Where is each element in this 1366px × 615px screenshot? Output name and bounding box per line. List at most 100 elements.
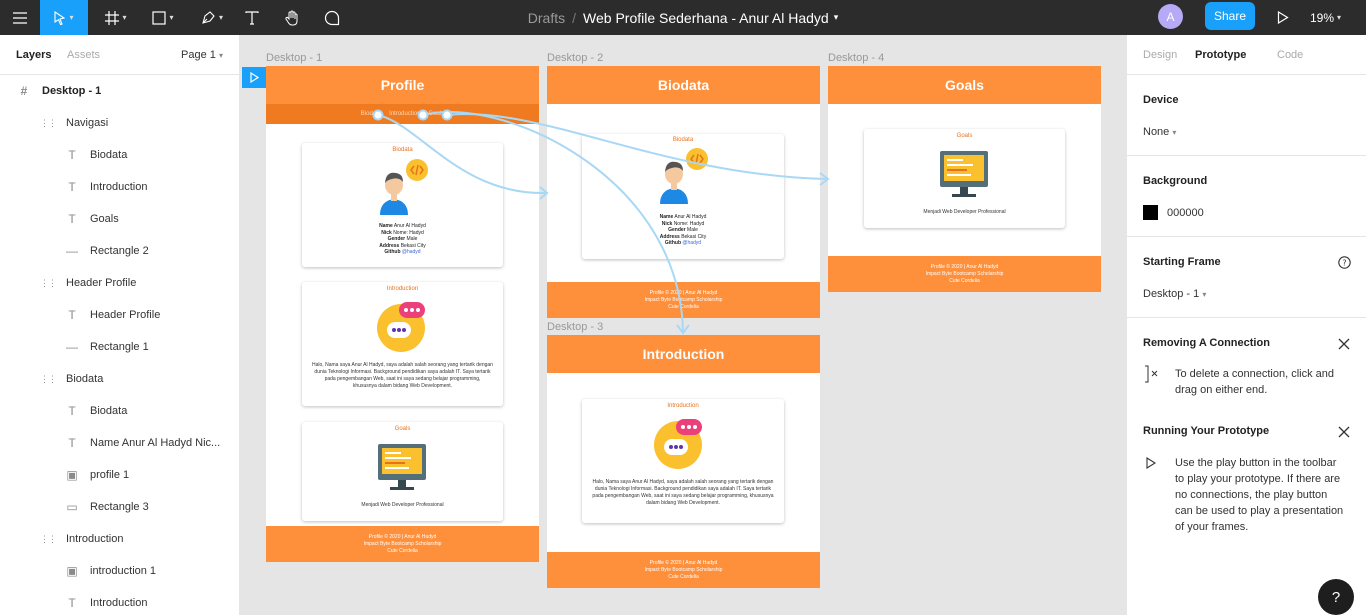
zoom-label: 19% bbox=[1310, 10, 1335, 25]
background-color-swatch[interactable] bbox=[1143, 205, 1158, 220]
chevron-down-icon: ▾ bbox=[1172, 128, 1177, 137]
starting-frame-section: Starting Frame ? Desktop - 1 ▾ bbox=[1127, 237, 1366, 318]
connection-handle[interactable] bbox=[441, 109, 453, 121]
move-tool-button[interactable]: ▾ bbox=[40, 0, 88, 35]
close-icon[interactable] bbox=[1337, 337, 1351, 351]
present-button[interactable] bbox=[1272, 0, 1294, 35]
image-icon: ▣ bbox=[66, 468, 78, 482]
shape-tool-button[interactable]: ▾ bbox=[144, 0, 182, 35]
zoom-dropdown[interactable]: 19% ▾ bbox=[1310, 0, 1341, 35]
tab-prototype[interactable]: Prototype bbox=[1195, 49, 1246, 61]
tab-code[interactable]: Code bbox=[1277, 49, 1303, 61]
canvas[interactable]: Desktop - 1 Desktop - 2 Desktop - 4 Desk… bbox=[240, 35, 1126, 615]
background-title: Background bbox=[1143, 175, 1208, 187]
layer-row[interactable]: ⋮⋮ Biodata bbox=[0, 367, 240, 391]
layer-label: Biodata bbox=[90, 405, 128, 417]
help-button[interactable]: ? bbox=[1318, 579, 1354, 615]
layer-row[interactable]: ▣ introduction 1 bbox=[0, 559, 240, 583]
prototype-connections[interactable] bbox=[240, 35, 1126, 615]
connection-goals[interactable] bbox=[446, 113, 828, 180]
layers-panel: Layers Assets Page 1 ▾ # Desktop - 1 ⋮⋮ Nav… bbox=[0, 35, 240, 615]
flow-starting-point-button[interactable] bbox=[242, 67, 266, 88]
layer-row[interactable]: T Introduction bbox=[0, 175, 240, 199]
layer-label: Name Anur Al Hadyd Nic... bbox=[90, 437, 221, 449]
tab-design[interactable]: Design bbox=[1143, 49, 1177, 61]
layer-row[interactable]: T Introduction bbox=[0, 591, 240, 615]
connection-handle[interactable] bbox=[372, 109, 384, 121]
help-circle-icon[interactable]: ? bbox=[1338, 256, 1351, 269]
layer-row[interactable]: — Rectangle 2 bbox=[0, 239, 240, 263]
breadcrumb-drafts[interactable]: Drafts bbox=[528, 10, 565, 26]
connection-handle[interactable] bbox=[417, 109, 429, 121]
starting-frame-value: Desktop - 1 bbox=[1143, 288, 1200, 300]
layer-label: Biodata bbox=[66, 373, 104, 385]
layer-label: Introduction bbox=[90, 597, 148, 609]
chevron-down-icon: ▾ bbox=[218, 51, 223, 60]
removing-title: Removing A Connection bbox=[1143, 337, 1270, 349]
layer-row[interactable]: ⋮⋮ Introduction bbox=[0, 527, 240, 551]
layer-row[interactable]: T Goals bbox=[0, 207, 240, 231]
layer-row[interactable]: # Desktop - 1 bbox=[0, 79, 240, 103]
chevron-down-icon[interactable]: ▾ bbox=[834, 12, 839, 23]
running-title: Running Your Prototype bbox=[1143, 425, 1270, 437]
group-icon: ⋮⋮ bbox=[40, 373, 57, 384]
text-tool-button[interactable] bbox=[240, 0, 264, 35]
layer-row[interactable]: T Biodata bbox=[0, 143, 240, 167]
disconnect-icon bbox=[1145, 365, 1158, 383]
svg-text:?: ? bbox=[1342, 259, 1346, 268]
layer-label: Biodata bbox=[90, 149, 128, 161]
rectangle-icon: ▭ bbox=[66, 500, 78, 514]
frame-tool-button[interactable]: ▾ bbox=[98, 0, 134, 35]
layer-row[interactable]: ▣ profile 1 bbox=[0, 463, 240, 487]
layer-row[interactable]: ⋮⋮ Navigasi bbox=[0, 111, 240, 135]
starting-frame-select[interactable]: Desktop - 1 ▾ bbox=[1143, 288, 1206, 300]
removing-text: To delete a connection, click and drag o… bbox=[1175, 368, 1334, 396]
tab-layers[interactable]: Layers bbox=[16, 49, 51, 61]
hand-tool-button[interactable] bbox=[279, 0, 305, 35]
layer-label: Header Profile bbox=[90, 309, 161, 321]
group-icon: ⋮⋮ bbox=[40, 117, 57, 128]
chevron-down-icon: ▾ bbox=[69, 13, 74, 22]
line-icon: — bbox=[66, 340, 78, 354]
device-select[interactable]: None ▾ bbox=[1143, 126, 1176, 138]
avatar[interactable]: A bbox=[1158, 4, 1183, 29]
text-icon: T bbox=[68, 212, 76, 226]
layer-label: Introduction bbox=[66, 533, 124, 545]
close-icon[interactable] bbox=[1337, 425, 1351, 439]
background-hex-value[interactable]: 000000 bbox=[1167, 207, 1204, 219]
hamburger-icon bbox=[13, 11, 27, 24]
running-text: Use the play button in the toolbar to pl… bbox=[1175, 457, 1344, 533]
layer-row[interactable]: T Biodata bbox=[0, 399, 240, 423]
tab-assets[interactable]: Assets bbox=[67, 49, 100, 61]
layer-label: introduction 1 bbox=[90, 565, 157, 577]
frame-icon bbox=[105, 10, 120, 25]
starting-frame-title: Starting Frame bbox=[1143, 256, 1221, 268]
layer-row[interactable]: ⋮⋮ Header Profile bbox=[0, 271, 240, 295]
breadcrumb-separator: / bbox=[572, 9, 577, 26]
frame-hash-icon: # bbox=[20, 84, 28, 98]
layer-label: Rectangle 2 bbox=[90, 245, 149, 257]
page-select[interactable]: Page 1 ▾ bbox=[181, 49, 223, 61]
layer-row[interactable]: ▭ Rectangle 3 bbox=[0, 495, 240, 519]
pen-tool-button[interactable]: ▾ bbox=[194, 0, 230, 35]
main-menu-button[interactable] bbox=[0, 0, 40, 35]
chevron-down-icon: ▾ bbox=[169, 13, 174, 22]
layer-label: Rectangle 1 bbox=[90, 341, 149, 353]
toolbar: ▾ ▾ ▾ ▾ Drafts / Web Profile Sederhana -… bbox=[0, 0, 1366, 35]
share-button[interactable]: Share bbox=[1205, 2, 1255, 30]
layer-label: Goals bbox=[90, 213, 119, 225]
text-icon bbox=[245, 10, 259, 25]
file-name[interactable]: Web Profile Sederhana - Anur Al Hadyd bbox=[583, 10, 829, 26]
chevron-down-icon: ▾ bbox=[1202, 290, 1207, 299]
layer-row[interactable]: T Header Profile bbox=[0, 303, 240, 327]
background-section: Background 000000 bbox=[1127, 156, 1366, 237]
line-icon: — bbox=[66, 244, 78, 258]
layer-row[interactable]: — Rectangle 1 bbox=[0, 335, 240, 359]
comment-tool-button[interactable] bbox=[319, 0, 345, 35]
removing-connection-tip: Removing A Connection To delete a connec… bbox=[1127, 318, 1366, 408]
image-icon: ▣ bbox=[66, 564, 78, 578]
rectangle-icon bbox=[152, 10, 167, 25]
layer-row[interactable]: T Name Anur Al Hadyd Nic... bbox=[0, 431, 240, 455]
layer-label: Introduction bbox=[90, 181, 148, 193]
connection-introduction[interactable] bbox=[422, 110, 684, 333]
